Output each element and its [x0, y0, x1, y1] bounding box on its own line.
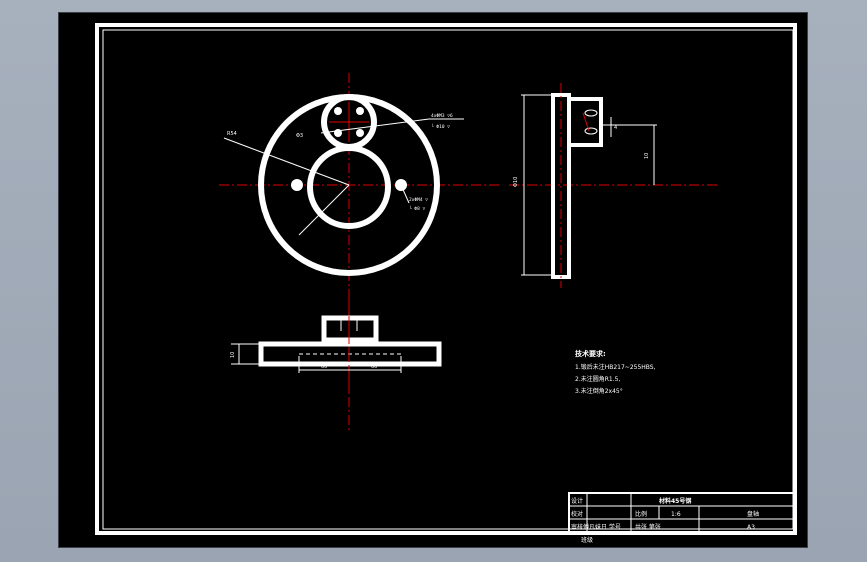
technical-notes: 技术要求: 1.锻后未注HB217~255HBS, 2.未注圆角R1.5, 3.…: [575, 349, 656, 395]
front-right-label: 60: [371, 364, 377, 370]
radius-leader: [223, 137, 350, 186]
side-thread-1: [584, 109, 598, 117]
title-block: 设计 校对 审核傅凡妹日 学号 材料45号钢 比例 1:6 盘轴 共张 第张 A…: [568, 492, 795, 544]
small-label: Φ3: [296, 133, 303, 139]
drawing-viewport[interactable]: R54 Φ3 4xΦM3 ▽6 └ Ф10 ▽ 2xΦM4 ▽ └ Ф8 ▽ Φ…: [58, 12, 808, 548]
front-height-label: 10: [230, 352, 236, 358]
side-thread-2: [584, 127, 598, 135]
tb-row-label-2: 校对: [571, 510, 583, 518]
side-slot-label: 4: [614, 125, 617, 131]
tb-scale-label: 比例: [635, 510, 647, 518]
front-boss: [321, 315, 379, 343]
boss-hole-2: [356, 107, 364, 115]
tb-row-label-1: 设计: [571, 497, 583, 505]
tb-sheet-count: 共张 第张: [635, 523, 661, 531]
top-view: R54 Φ3 4xΦM3 ▽6 └ Ф10 ▽ 2xΦM4 ▽ └ Ф8 ▽: [219, 73, 719, 433]
notes-item-2: 2.未注圆角R1.5,: [575, 375, 620, 383]
notes-item-3: 3.未注倒角2x45°: [575, 387, 623, 395]
tb-caption: 班级: [581, 536, 593, 544]
tb-bottom-left: 审核傅凡妹日 学号: [571, 523, 621, 531]
side-right-label: 10: [644, 153, 650, 159]
bottom-view: 60 60 10: [230, 298, 442, 393]
radius-label: R54: [227, 131, 237, 137]
tb-scale-value: 1:6: [671, 511, 681, 518]
boss-tol-top: 4xΦM3 ▽6: [431, 113, 453, 119]
boss-hole-1: [334, 107, 342, 115]
outer-frame: [95, 23, 797, 535]
side-hole-label-1: 2xΦM4 ▽: [409, 197, 428, 203]
tb-material: 材料45号钢: [658, 497, 691, 505]
front-left-label: 60: [321, 364, 327, 370]
cad-application-window: R54 Φ3 4xΦM3 ▽6 └ Ф10 ▽ 2xΦM4 ▽ └ Ф8 ▽ Φ…: [0, 0, 867, 562]
inner-frame: [102, 29, 794, 530]
notes-title: 技术要求:: [575, 349, 606, 358]
boss-hole-4: [356, 129, 364, 137]
side-height-label: Φ10: [513, 177, 519, 187]
side-boss: [567, 97, 603, 147]
boss-tol-bottom: └ Ф10 ▽: [431, 123, 450, 130]
notes-item-1: 1.锻后未注HB217~255HBS,: [575, 363, 656, 371]
tb-sheet-size: A3: [747, 524, 755, 531]
side-hole-label-2: └ Ф8 ▽: [409, 205, 426, 212]
tb-part-name: 盘轴: [747, 510, 759, 518]
drawing-canvas: R54 Φ3 4xΦM3 ▽6 └ Ф10 ▽ 2xΦM4 ▽ └ Ф8 ▽ Φ…: [95, 23, 797, 544]
side-hole-left: [291, 179, 303, 191]
